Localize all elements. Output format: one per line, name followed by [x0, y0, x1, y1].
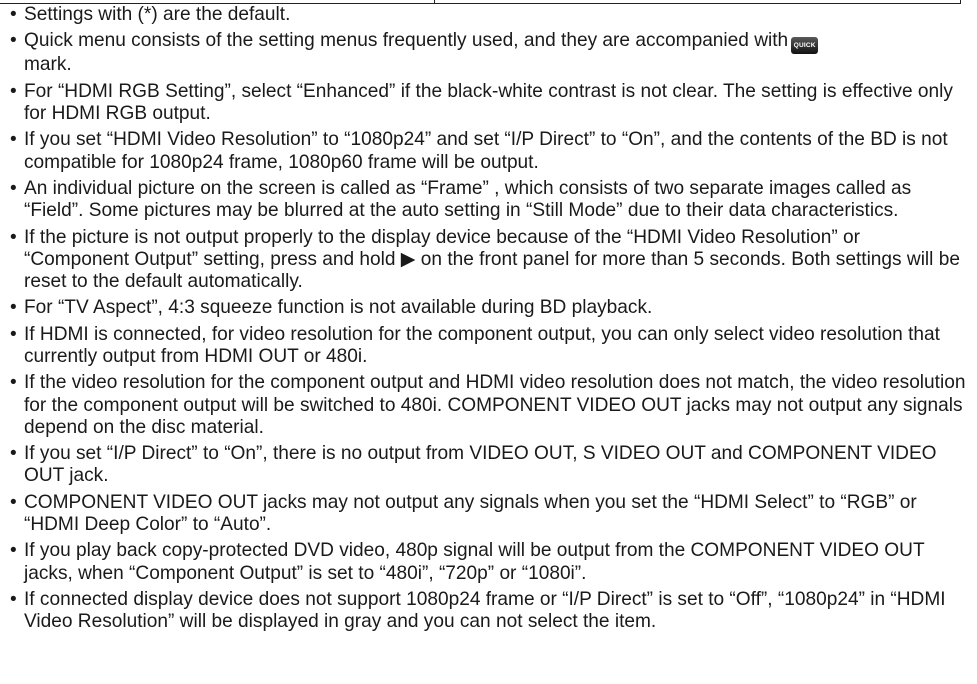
note-item: If the picture is not output properly to…	[10, 227, 968, 294]
note-text: Quick menu consists of the setting menus…	[24, 30, 789, 52]
note-text: mark.	[24, 54, 72, 76]
note-item: COMPONENT VIDEO OUT jacks may not output…	[10, 492, 968, 536]
note-item: An individual picture on the screen is c…	[10, 178, 968, 222]
note-item: If the video resolution for the componen…	[10, 372, 968, 439]
note-item: If you set “I/P Direct” to “On”, there i…	[10, 443, 968, 487]
table-column-divider	[434, 0, 435, 3]
note-item: For “TV Aspect”, 4:3 squeeze function is…	[10, 297, 968, 319]
note-item: If HDMI is connected, for video resoluti…	[10, 324, 968, 368]
note-item: If you set “HDMI Video Resolution” to “1…	[10, 129, 968, 173]
note-item: For “HDMI RGB Setting”, select “Enhanced…	[10, 81, 968, 125]
notes-list: Settings with (*) are the default. Quick…	[10, 4, 968, 638]
note-item: Settings with (*) are the default.	[10, 4, 968, 26]
note-item: If connected display device does not sup…	[10, 589, 968, 633]
note-item: If you play back copy-protected DVD vide…	[10, 540, 968, 584]
quick-badge-icon: QUICK	[791, 37, 819, 55]
note-item-quick-menu: Quick menu consists of the setting menus…	[10, 30, 968, 76]
